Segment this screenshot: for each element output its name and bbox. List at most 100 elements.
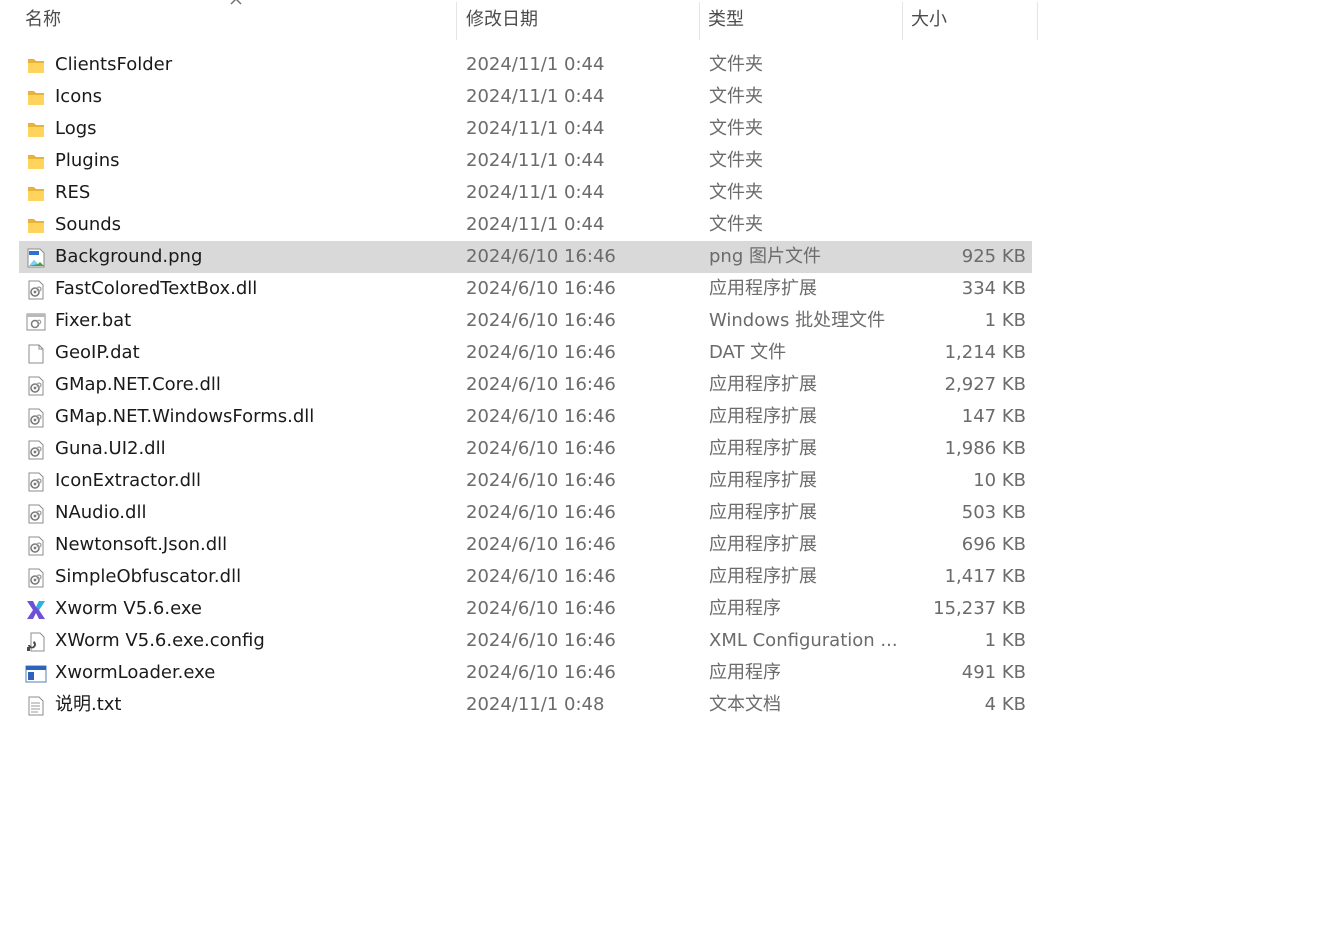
file-row[interactable]: SimpleObfuscator.dll 2024/6/10 16:46 应用程序扩… xyxy=(19,561,1032,593)
file-row[interactable]: RES 2024/11/1 0:44 文件夹 xyxy=(19,177,1032,209)
header-divider[interactable] xyxy=(456,2,457,40)
file-name: IconExtractor.dll xyxy=(55,470,202,491)
file-row[interactable]: NAudio.dll 2024/6/10 16:46 应用程序扩展 503 KB xyxy=(19,497,1032,529)
file-row[interactable]: Newtonsoft.Json.dll 2024/6/10 16:46 应用程序扩展… xyxy=(19,529,1032,561)
file-name: GMap.NET.Core.dll xyxy=(55,374,221,395)
blank-file-icon xyxy=(25,343,47,365)
header-date[interactable]: 修改日期 xyxy=(460,0,698,40)
file-row[interactable]: GMap.NET.Core.dll 2024/6/10 16:46 应用程序扩展 2,… xyxy=(19,369,1032,401)
file-row[interactable]: 说明.txt 2024/11/1 0:48 文本文档 4 KB xyxy=(19,689,1032,721)
file-date: 2024/6/10 16:46 xyxy=(466,534,616,555)
file-name: ClientsFolder xyxy=(55,54,173,75)
file-date: 2024/6/10 16:46 xyxy=(466,246,616,267)
file-type: 文件夹 xyxy=(709,118,763,139)
folder-icon xyxy=(25,87,47,109)
file-name: SimpleObfuscator.dll xyxy=(55,566,242,587)
header-date-label: 修改日期 xyxy=(466,9,538,30)
file-explorer: 名称 修改日期 类型 大小 ClientsFolder 2024/11/1 0:4… xyxy=(0,0,1338,933)
file-size: 1,417 KB xyxy=(944,566,1026,587)
file-type: 应用程序扩展 xyxy=(709,470,817,491)
folder-icon xyxy=(25,215,47,237)
file-size: 1,214 KB xyxy=(944,342,1026,363)
header-divider[interactable] xyxy=(902,2,903,40)
dll-file-icon xyxy=(25,535,47,557)
file-name: GeoIP.dat xyxy=(55,342,140,363)
file-row[interactable]: GeoIP.dat 2024/6/10 16:46 DAT 文件 1,214 KB xyxy=(19,337,1032,369)
dll-file-icon xyxy=(25,375,47,397)
file-name: XWorm V5.6.exe.config xyxy=(55,630,265,651)
dll-file-icon xyxy=(25,279,47,301)
folder-icon xyxy=(25,151,47,173)
config-file-icon xyxy=(25,631,47,653)
file-size: 1 KB xyxy=(984,630,1026,651)
file-name: Logs xyxy=(55,118,97,139)
file-type: 文件夹 xyxy=(709,182,763,203)
file-date: 2024/11/1 0:48 xyxy=(466,694,605,715)
dll-file-icon xyxy=(25,503,47,525)
file-date: 2024/6/10 16:46 xyxy=(466,374,616,395)
file-size: 15,237 KB xyxy=(933,598,1026,619)
file-row[interactable]: Fixer.bat 2024/6/10 16:46 Windows 批处理文件 1 K… xyxy=(19,305,1032,337)
file-type: DAT 文件 xyxy=(709,342,787,363)
file-type: 应用程序 xyxy=(709,598,781,619)
file-row[interactable]: Guna.UI2.dll 2024/6/10 16:46 应用程序扩展 1,986 K… xyxy=(19,433,1032,465)
folder-icon xyxy=(25,183,47,205)
file-size xyxy=(909,145,1026,177)
file-date: 2024/11/1 0:44 xyxy=(466,54,605,75)
file-row[interactable]: FastColoredTextBox.dll 2024/6/10 16:46 应用程… xyxy=(19,273,1032,305)
file-size: 925 KB xyxy=(961,246,1026,267)
file-name: 说明.txt xyxy=(55,694,122,715)
file-type: 应用程序扩展 xyxy=(709,566,817,587)
file-size: 10 KB xyxy=(973,470,1026,491)
header-size[interactable]: 大小 xyxy=(905,0,1037,40)
file-row[interactable]: ClientsFolder 2024/11/1 0:44 文件夹 xyxy=(19,49,1032,81)
file-size xyxy=(909,49,1026,81)
file-name: NAudio.dll xyxy=(55,502,147,523)
file-name: Newtonsoft.Json.dll xyxy=(55,534,228,555)
file-row[interactable]: IconExtractor.dll 2024/6/10 16:46 应用程序扩展 10… xyxy=(19,465,1032,497)
header-divider[interactable] xyxy=(699,2,700,40)
header-type[interactable]: 类型 xyxy=(702,0,900,40)
file-date: 2024/11/1 0:44 xyxy=(466,214,605,235)
file-date: 2024/6/10 16:46 xyxy=(466,278,616,299)
file-name: Fixer.bat xyxy=(55,310,132,331)
file-type: XML Configuration ... xyxy=(709,630,898,651)
file-size: 696 KB xyxy=(961,534,1026,555)
file-size xyxy=(909,113,1026,145)
file-name: Background.png xyxy=(55,246,203,267)
file-date: 2024/11/1 0:44 xyxy=(466,118,605,139)
file-type: 文件夹 xyxy=(709,54,763,75)
file-row[interactable]: Sounds 2024/11/1 0:44 文件夹 xyxy=(19,209,1032,241)
file-row[interactable]: GMap.NET.WindowsForms.dll 2024/6/10 16:46… xyxy=(19,401,1032,433)
file-name: GMap.NET.WindowsForms.dll xyxy=(55,406,315,427)
file-date: 2024/11/1 0:44 xyxy=(466,86,605,107)
file-date: 2024/11/1 0:44 xyxy=(466,150,605,171)
file-size: 4 KB xyxy=(984,694,1026,715)
sort-ascending-icon xyxy=(230,0,242,5)
file-size: 1,986 KB xyxy=(944,438,1026,459)
folder-icon xyxy=(25,119,47,141)
file-type: 文件夹 xyxy=(709,150,763,171)
file-size: 147 KB xyxy=(961,406,1026,427)
file-row[interactable]: XwormLoader.exe 2024/6/10 16:46 应用程序 491 KB xyxy=(19,657,1032,689)
file-type: 应用程序 xyxy=(709,662,781,683)
file-row[interactable]: Logs 2024/11/1 0:44 文件夹 xyxy=(19,113,1032,145)
file-date: 2024/6/10 16:46 xyxy=(466,566,616,587)
file-size xyxy=(909,81,1026,113)
file-row[interactable]: XWorm V5.6.exe.config 2024/6/10 16:46 XML … xyxy=(19,625,1032,657)
batch-file-icon xyxy=(25,311,47,333)
file-size: 491 KB xyxy=(961,662,1026,683)
file-name: Sounds xyxy=(55,214,122,235)
file-row[interactable]: Plugins 2024/11/1 0:44 文件夹 xyxy=(19,145,1032,177)
file-size: 2,927 KB xyxy=(944,374,1026,395)
file-row[interactable]: Icons 2024/11/1 0:44 文件夹 xyxy=(19,81,1032,113)
file-type: 应用程序扩展 xyxy=(709,406,817,427)
file-type: 文件夹 xyxy=(709,214,763,235)
file-name: XwormLoader.exe xyxy=(55,662,216,683)
header-divider[interactable] xyxy=(1037,2,1038,40)
file-date: 2024/6/10 16:46 xyxy=(466,502,616,523)
file-name: Icons xyxy=(55,86,103,107)
file-row[interactable]: Background.png 2024/6/10 16:46 png 图片文件 925… xyxy=(19,241,1032,273)
column-header: 名称 修改日期 类型 大小 xyxy=(0,0,1040,40)
file-row[interactable]: Xworm V5.6.exe 2024/6/10 16:46 应用程序 15,237 … xyxy=(19,593,1032,625)
